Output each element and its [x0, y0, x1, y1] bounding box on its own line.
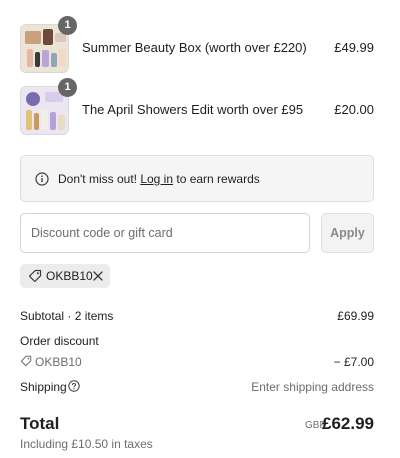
product-price: £20.00 — [334, 102, 374, 117]
shipping-value: Enter shipping address — [251, 380, 374, 394]
rewards-banner: Don't miss out! Log in to earn rewards — [20, 155, 374, 202]
rewards-prefix: Don't miss out! — [58, 172, 141, 186]
shipping-label: Shipping — [20, 380, 67, 394]
tax-note: Including £10.50 in taxes — [20, 437, 153, 451]
applied-discount-chip: OKBB10 — [20, 264, 110, 288]
info-icon — [35, 172, 49, 186]
total-value: £62.99 — [322, 414, 374, 433]
rewards-message: Don't miss out! Log in to earn rewards — [58, 172, 260, 186]
rewards-suffix: to earn rewards — [173, 172, 260, 186]
help-icon[interactable] — [68, 380, 80, 392]
close-icon[interactable] — [91, 269, 105, 283]
total-label: Total — [20, 414, 60, 433]
applied-code-label: OKBB10 — [46, 269, 93, 283]
line-item: 1 The April Showers Edit worth over £95 … — [20, 78, 374, 138]
product-name: Summer Beauty Box (worth over £220) — [82, 40, 307, 55]
product-price: £49.99 — [334, 40, 374, 55]
line-item: 1 Summer Beauty Box (worth over £220) £4… — [20, 16, 374, 76]
subtotal-value: £69.99 — [337, 309, 374, 323]
product-name: The April Showers Edit worth over £95 — [82, 102, 304, 117]
subtotal-label: Subtotal · 2 items — [20, 309, 114, 323]
tag-icon — [20, 355, 32, 367]
quantity-badge: 1 — [58, 78, 77, 97]
apply-button[interactable]: Apply — [321, 213, 374, 253]
order-discount-value: − £7.00 — [333, 355, 374, 369]
quantity-badge: 1 — [58, 16, 77, 35]
discount-code-input[interactable] — [20, 213, 310, 253]
login-link[interactable]: Log in — [140, 172, 173, 186]
order-discount-label: Order discount — [20, 334, 99, 348]
order-discount-code: OKBB10 — [35, 355, 82, 369]
tag-icon — [28, 269, 42, 283]
